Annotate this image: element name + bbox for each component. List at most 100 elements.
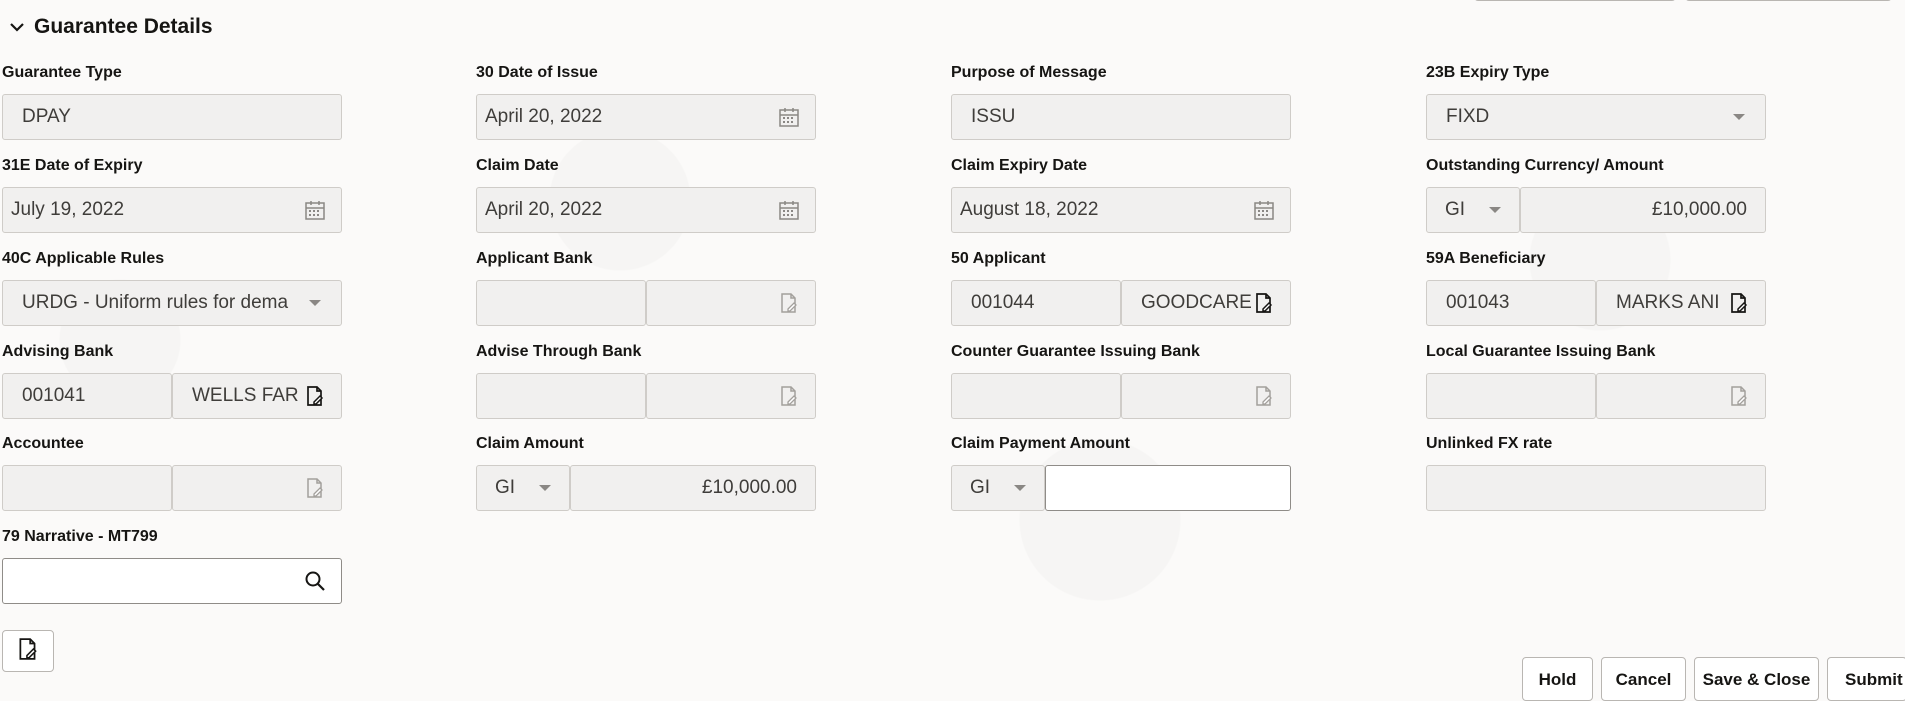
local-guarantee-issuing-bank-field: Local Guarantee Issuing Bank (1426, 341, 1768, 419)
claim-expiry-date-input[interactable]: August 18, 2022 (951, 187, 1291, 233)
claim-date-label: Claim Date (476, 157, 559, 174)
document-edit-icon[interactable] (303, 476, 327, 500)
cancel-button[interactable]: Cancel (1601, 657, 1686, 701)
outstanding-currency-amount-label: Outstanding Currency/ Amount (1426, 157, 1664, 174)
section-header-guarantee-details[interactable]: Guarantee Details (6, 12, 213, 42)
document-edit-icon[interactable] (303, 384, 327, 408)
top-button-partial[interactable] (1685, 0, 1892, 1)
outstanding-currency-amount-field: Outstanding Currency/ Amount GI £10,000.… (1426, 155, 1768, 233)
expiry-type-select[interactable]: FIXD (1426, 94, 1766, 140)
calendar-icon[interactable] (777, 105, 801, 129)
advise-through-bank-code-input[interactable] (476, 373, 646, 419)
unlinked-fx-rate-label: Unlinked FX rate (1426, 435, 1553, 452)
section-title: Guarantee Details (34, 15, 213, 38)
claim-payment-currency-select[interactable]: GI (951, 465, 1045, 511)
counter-guarantee-issuing-bank-label: Counter Guarantee Issuing Bank (951, 343, 1200, 360)
narrative-mt799-input[interactable] (2, 558, 342, 604)
beneficiary-label: 59A Beneficiary (1426, 250, 1546, 267)
date-of-issue-field: 30 Date of Issue April 20, 2022 (476, 62, 818, 140)
claim-date-input[interactable]: April 20, 2022 (476, 187, 816, 233)
beneficiary-field: 59A Beneficiary 001043 MARKS ANI (1426, 248, 1768, 326)
expiry-type-label: 23B Expiry Type (1426, 64, 1550, 81)
accountee-name-input[interactable] (172, 465, 342, 511)
purpose-of-message-field: Purpose of Message ISSU (951, 62, 1293, 140)
guarantee-type-input[interactable]: DPAY (2, 94, 342, 140)
purpose-of-message-label: Purpose of Message (951, 64, 1107, 81)
document-edit-icon[interactable] (777, 384, 801, 408)
purpose-of-message-input[interactable]: ISSU (951, 94, 1291, 140)
claim-payment-amount-input[interactable] (1045, 465, 1291, 511)
applicant-bank-label: Applicant Bank (476, 250, 593, 267)
local-guarantee-issuing-bank-label: Local Guarantee Issuing Bank (1426, 343, 1656, 360)
advising-bank-name-input[interactable]: WELLS FAR (172, 373, 342, 419)
counter-guarantee-bank-code-input[interactable] (951, 373, 1121, 419)
outstanding-currency-select[interactable]: GI (1426, 187, 1520, 233)
chevron-down-icon[interactable] (6, 16, 28, 38)
document-edit-button[interactable] (2, 630, 54, 672)
accountee-field: Accountee (2, 433, 344, 511)
unlinked-fx-rate-input[interactable] (1426, 465, 1766, 511)
calendar-icon[interactable] (1252, 198, 1276, 222)
applicant-bank-code-input[interactable] (476, 280, 646, 326)
chevron-down-icon[interactable] (1489, 207, 1501, 213)
expiry-type-field: 23B Expiry Type FIXD (1426, 62, 1768, 140)
narrative-mt799-field: 79 Narrative - MT799 (2, 526, 344, 604)
local-guarantee-bank-name-input[interactable] (1596, 373, 1766, 419)
applicable-rules-field: 40C Applicable Rules URDG - Uniform rule… (2, 248, 344, 326)
chevron-down-icon[interactable] (539, 485, 551, 491)
advising-bank-label: Advising Bank (2, 343, 114, 360)
chevron-down-icon[interactable] (309, 300, 321, 306)
advise-through-bank-name-input[interactable] (646, 373, 816, 419)
applicant-bank-name-input[interactable] (646, 280, 816, 326)
document-edit-icon[interactable] (1727, 291, 1751, 315)
calendar-icon[interactable] (777, 198, 801, 222)
document-edit-icon[interactable] (777, 291, 801, 315)
applicable-rules-label: 40C Applicable Rules (2, 250, 165, 267)
guarantee-type-label: Guarantee Type (2, 64, 122, 81)
applicant-label: 50 Applicant (951, 250, 1046, 267)
claim-amount-field: Claim Amount GI £10,000.00 (476, 433, 818, 511)
chevron-down-icon[interactable] (1733, 114, 1745, 120)
document-edit-icon[interactable] (1727, 384, 1751, 408)
counter-guarantee-bank-name-input[interactable] (1121, 373, 1291, 419)
hold-button[interactable]: Hold (1522, 657, 1593, 701)
date-of-expiry-label: 31E Date of Expiry (2, 157, 143, 174)
document-edit-icon[interactable] (1252, 291, 1276, 315)
applicant-bank-field: Applicant Bank (476, 248, 818, 326)
claim-amount-label: Claim Amount (476, 435, 584, 452)
date-of-issue-input[interactable]: April 20, 2022 (476, 94, 816, 140)
accountee-code-input[interactable] (2, 465, 172, 511)
applicable-rules-select[interactable]: URDG - Uniform rules for dema (2, 280, 342, 326)
search-icon[interactable] (303, 569, 327, 593)
claim-date-field: Claim Date April 20, 2022 (476, 155, 818, 233)
claim-payment-amount-field: Claim Payment Amount GI (951, 433, 1293, 511)
claim-amount-currency-select[interactable]: GI (476, 465, 570, 511)
advise-through-bank-field: Advise Through Bank (476, 341, 818, 419)
claim-expiry-date-field: Claim Expiry Date August 18, 2022 (951, 155, 1293, 233)
date-of-expiry-input[interactable]: July 19, 2022 (2, 187, 342, 233)
applicant-code-input[interactable]: 001044 (951, 280, 1121, 326)
unlinked-fx-rate-field: Unlinked FX rate (1426, 433, 1768, 511)
narrative-mt799-label: 79 Narrative - MT799 (2, 528, 158, 545)
document-edit-icon[interactable] (1252, 384, 1276, 408)
claim-expiry-date-label: Claim Expiry Date (951, 157, 1088, 174)
outstanding-amount-input[interactable]: £10,000.00 (1520, 187, 1766, 233)
date-of-issue-label: 30 Date of Issue (476, 64, 598, 81)
counter-guarantee-issuing-bank-field: Counter Guarantee Issuing Bank (951, 341, 1293, 419)
guarantee-type-field: Guarantee Type DPAY (2, 62, 344, 140)
claim-amount-input[interactable]: £10,000.00 (570, 465, 816, 511)
local-guarantee-bank-code-input[interactable] (1426, 373, 1596, 419)
applicant-name-input[interactable]: GOODCARE (1121, 280, 1291, 326)
calendar-icon[interactable] (303, 198, 327, 222)
top-button-partial[interactable] (1474, 0, 1676, 1)
submit-button[interactable]: Submit (1827, 657, 1905, 701)
applicant-field: 50 Applicant 001044 GOODCARE (951, 248, 1293, 326)
date-of-expiry-field: 31E Date of Expiry July 19, 2022 (2, 155, 344, 233)
chevron-down-icon[interactable] (1014, 485, 1026, 491)
document-edit-icon (17, 637, 39, 666)
advising-bank-field: Advising Bank 001041 WELLS FAR (2, 341, 344, 419)
save-close-button[interactable]: Save & Close (1694, 657, 1819, 701)
beneficiary-name-input[interactable]: MARKS ANI (1596, 280, 1766, 326)
advising-bank-code-input[interactable]: 001041 (2, 373, 172, 419)
beneficiary-code-input[interactable]: 001043 (1426, 280, 1596, 326)
